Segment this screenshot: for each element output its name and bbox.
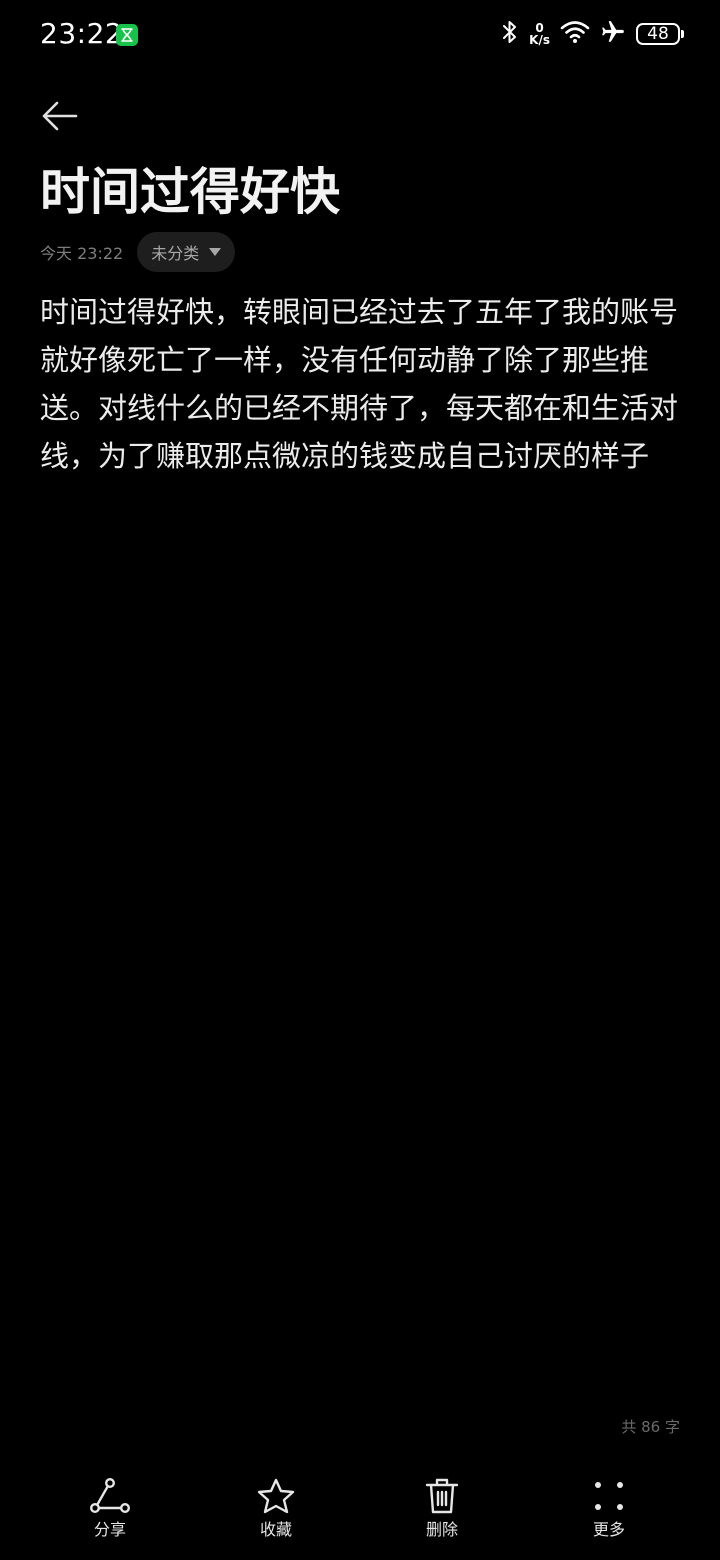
arrow-left-icon: [42, 101, 78, 131]
favorite-button[interactable]: 收藏: [221, 1476, 331, 1546]
delete-button[interactable]: 删除: [387, 1476, 497, 1546]
status-time: 23:22: [40, 17, 124, 50]
star-icon: [256, 1476, 296, 1516]
bluetooth-icon: [501, 19, 519, 49]
network-speed-unit: K/s: [529, 33, 550, 47]
category-selector[interactable]: 未分类: [137, 232, 236, 272]
note-date: 今天 23:22: [40, 244, 124, 263]
hourglass-icon: [116, 24, 138, 46]
more-button[interactable]: 更多: [554, 1476, 664, 1546]
note-body[interactable]: 时间过得好快，转眼间已经过去了五年了我的账号就好像死亡了一样，没有任何动静了除了…: [40, 288, 680, 480]
delete-label: 删除: [425, 1520, 458, 1539]
battery-indicator: 48: [636, 23, 684, 45]
trash-icon: [422, 1476, 462, 1516]
status-bar: 23:22 0 K/s 48: [0, 0, 720, 70]
back-button[interactable]: [40, 96, 80, 136]
bottom-toolbar: 分享 收藏 删除 更多: [0, 1476, 720, 1560]
share-button[interactable]: 分享: [55, 1476, 165, 1546]
note-meta: 今天 23:22 未分类: [40, 232, 236, 272]
share-icon: [90, 1476, 130, 1516]
favorite-label: 收藏: [259, 1520, 292, 1539]
status-icons: 0 K/s 48: [501, 18, 684, 50]
network-speed: 0 K/s: [529, 22, 550, 46]
share-label: 分享: [93, 1520, 126, 1539]
word-count: 共 86 字: [621, 1418, 680, 1436]
note-title[interactable]: 时间过得好快: [40, 160, 340, 224]
dots-grid-icon: [589, 1476, 629, 1516]
airplane-icon: [600, 19, 626, 49]
more-label: 更多: [592, 1520, 625, 1539]
wifi-icon: [560, 20, 590, 48]
caret-down-icon: [209, 248, 222, 256]
category-label: 未分类: [151, 244, 200, 263]
